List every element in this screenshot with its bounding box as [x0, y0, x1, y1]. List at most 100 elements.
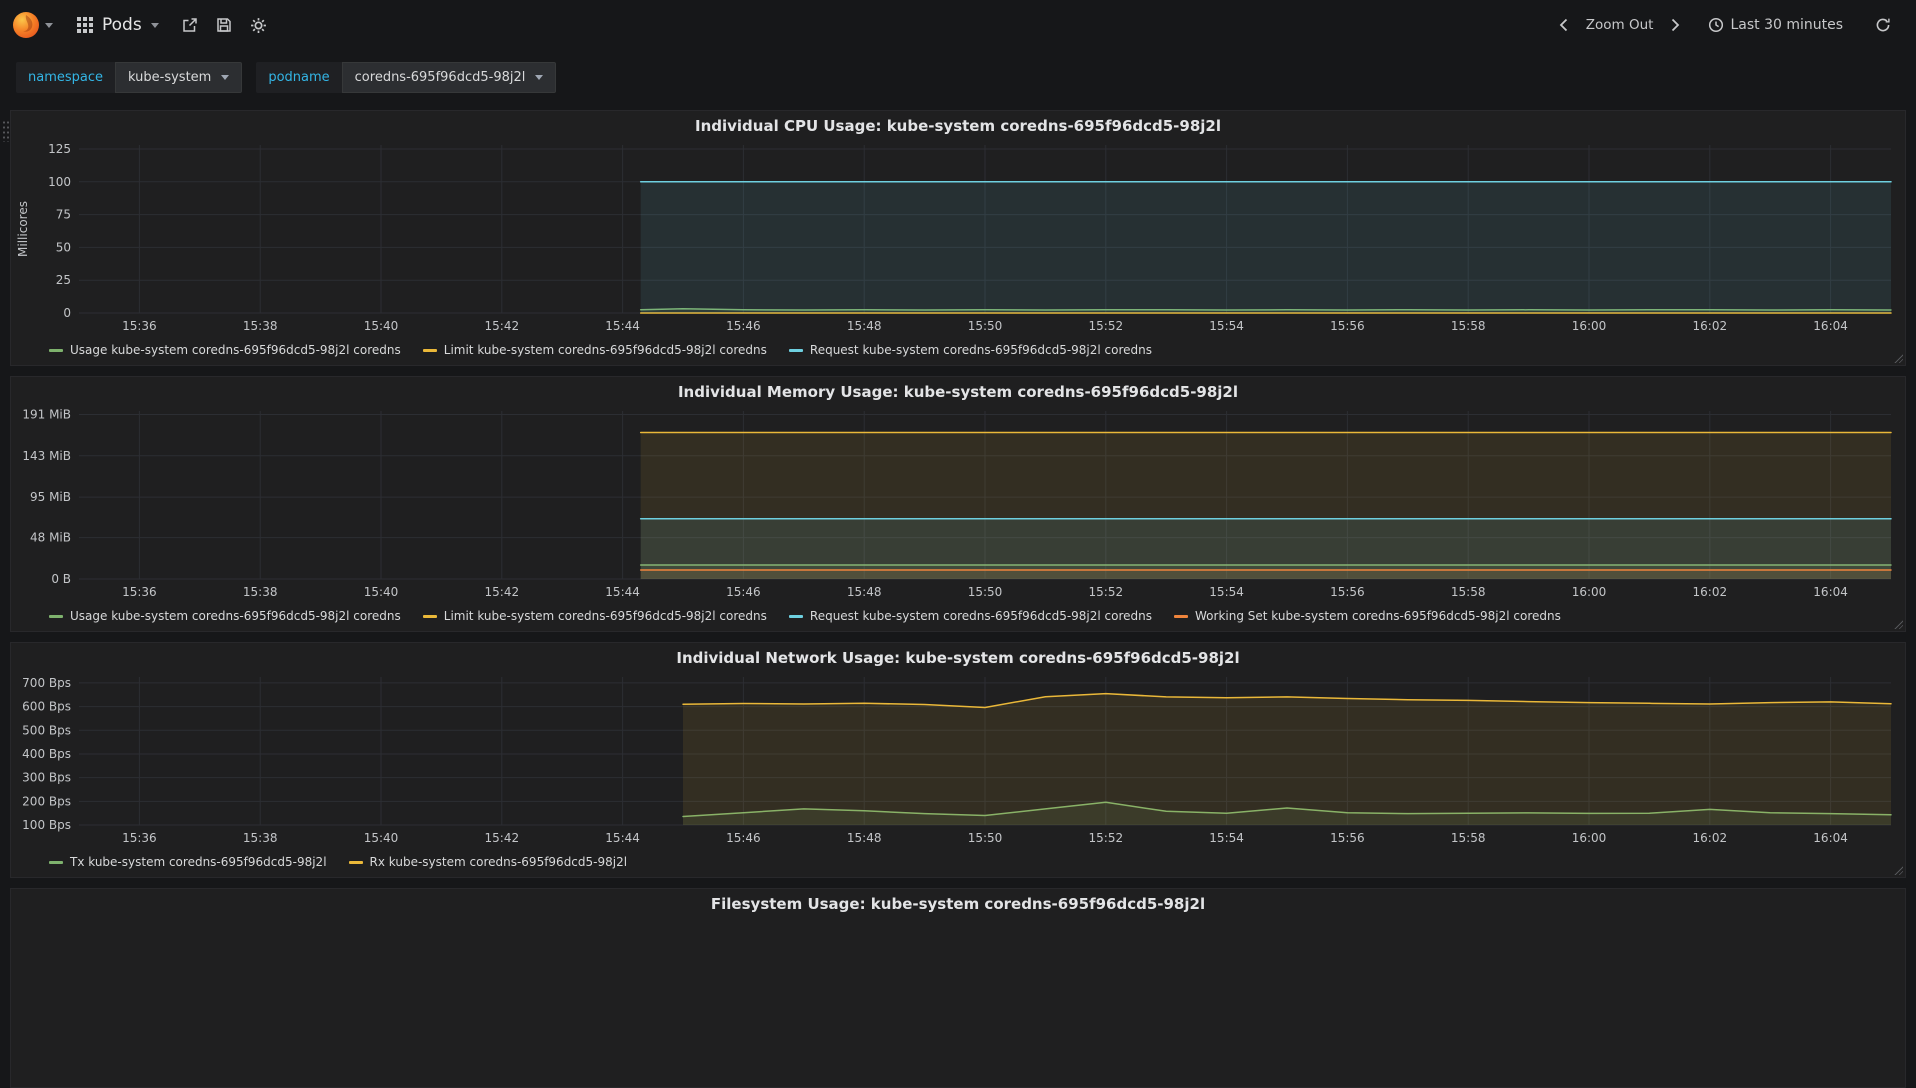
dashboard-grid-icon [77, 17, 93, 33]
svg-text:15:44: 15:44 [605, 585, 640, 599]
refresh-button[interactable] [1866, 9, 1900, 41]
svg-text:700 Bps: 700 Bps [22, 676, 71, 690]
grafana-logo[interactable] [8, 11, 63, 39]
variable-value-namespace[interactable]: kube-system [115, 61, 243, 93]
panel-title[interactable]: Filesystem Usage: kube-system coredns-69… [11, 889, 1905, 915]
svg-text:15:36: 15:36 [122, 319, 157, 333]
legend-swatch [1174, 614, 1189, 618]
svg-text:600 Bps: 600 Bps [22, 700, 71, 714]
memory-usage-chart[interactable]: 0 B 48 MiB 95 MiB 143 MiB 191 MiB 15:36 15:38 1… [11, 403, 1905, 607]
svg-text:Millicores: Millicores [16, 201, 30, 257]
svg-text:16:04: 16:04 [1813, 319, 1848, 333]
panel-title[interactable]: Individual Network Usage: kube-system co… [11, 643, 1905, 669]
legend-label: Rx kube-system coredns-695f96dcd5-98j2l [369, 855, 628, 869]
legend-item[interactable]: Limit kube-system coredns-695f96dcd5-98j… [422, 343, 767, 357]
legend-swatch [788, 614, 803, 618]
settings-button[interactable] [241, 9, 276, 42]
svg-text:16:04: 16:04 [1813, 585, 1848, 599]
panel-memory-usage: Individual Memory Usage: kube-system cor… [10, 376, 1906, 632]
panel-network-usage: Individual Network Usage: kube-system co… [10, 642, 1906, 878]
variable-namespace: namespace kube-system [16, 61, 243, 93]
legend-item[interactable]: Request kube-system coredns-695f96dcd5-9… [788, 343, 1153, 357]
cpu-usage-chart[interactable]: 0 25 50 75 100 125 15:36 15:38 15:40 15:42 15:44 15… [11, 137, 1905, 341]
time-shift-forward-button[interactable] [1662, 10, 1689, 40]
svg-text:15:54: 15:54 [1209, 319, 1244, 333]
svg-text:15:42: 15:42 [485, 831, 520, 845]
variable-value-podname[interactable]: coredns-695f96dcd5-98j2l [341, 61, 557, 93]
legend-label: Request kube-system coredns-695f96dcd5-9… [809, 609, 1153, 623]
svg-text:400 Bps: 400 Bps [22, 747, 71, 761]
svg-text:143 MiB: 143 MiB [22, 449, 71, 463]
legend-item[interactable]: Usage kube-system coredns-695f96dcd5-98j… [49, 343, 401, 357]
svg-text:15:40: 15:40 [364, 319, 399, 333]
dashboard-picker[interactable]: Pods [63, 7, 173, 43]
svg-text:15:46: 15:46 [726, 831, 761, 845]
panel-title[interactable]: Individual CPU Usage: kube-system coredn… [11, 111, 1905, 137]
legend-item[interactable]: Usage kube-system coredns-695f96dcd5-98j… [49, 609, 401, 623]
memory-usage-legend: Usage kube-system coredns-695f96dcd5-98j… [11, 607, 1905, 631]
variable-selected-podname: coredns-695f96dcd5-98j2l [354, 69, 526, 85]
svg-text:15:44: 15:44 [605, 831, 640, 845]
variable-label-namespace: namespace [16, 61, 116, 93]
network-usage-chart[interactable]: 100 Bps 200 Bps 300 Bps 400 Bps 500 Bps 600 B… [11, 669, 1905, 853]
svg-text:15:50: 15:50 [968, 319, 1003, 333]
svg-text:15:48: 15:48 [847, 831, 882, 845]
legend-label: Tx kube-system coredns-695f96dcd5-98j2l [70, 855, 327, 869]
svg-text:15:38: 15:38 [243, 831, 278, 845]
svg-text:200 Bps: 200 Bps [22, 794, 71, 808]
svg-text:16:00: 16:00 [1572, 831, 1607, 845]
row-drag-handle[interactable] [2, 120, 10, 142]
svg-text:100 Bps: 100 Bps [22, 818, 71, 832]
cpu-usage-legend: Usage kube-system coredns-695f96dcd5-98j… [11, 341, 1905, 365]
legend-item[interactable]: Working Set kube-system coredns-695f96dc… [1174, 609, 1561, 623]
legend-label: Usage kube-system coredns-695f96dcd5-98j… [70, 343, 401, 357]
svg-text:15:52: 15:52 [1089, 319, 1124, 333]
legend-item[interactable]: Tx kube-system coredns-695f96dcd5-98j2l [49, 855, 327, 869]
refresh-icon [1875, 17, 1891, 33]
time-range-picker[interactable]: Last 30 minutes [1699, 9, 1852, 41]
legend-item[interactable]: Limit kube-system coredns-695f96dcd5-98j… [422, 609, 767, 623]
panel-title[interactable]: Individual Memory Usage: kube-system cor… [11, 377, 1905, 403]
svg-text:15:48: 15:48 [847, 319, 882, 333]
svg-text:15:56: 15:56 [1330, 319, 1365, 333]
dashboard: Individual CPU Usage: kube-system coredn… [0, 104, 1916, 1088]
svg-text:15:52: 15:52 [1089, 585, 1124, 599]
svg-text:15:54: 15:54 [1209, 585, 1244, 599]
chevron-down-icon [535, 74, 544, 80]
legend-label: Limit kube-system coredns-695f96dcd5-98j… [443, 343, 767, 357]
template-variables-bar: namespace kube-system podname coredns-69… [0, 50, 1916, 104]
svg-text:16:02: 16:02 [1693, 319, 1728, 333]
save-button[interactable] [207, 9, 241, 41]
svg-text:15:46: 15:46 [726, 585, 761, 599]
svg-text:300 Bps: 300 Bps [22, 771, 71, 785]
panel-filesystem-usage: Filesystem Usage: kube-system coredns-69… [10, 888, 1906, 1088]
legend-item[interactable]: Rx kube-system coredns-695f96dcd5-98j2l [348, 855, 628, 869]
zoom-out-label: Zoom Out [1585, 17, 1654, 33]
time-shift-back-button[interactable] [1550, 10, 1577, 40]
svg-text:125: 125 [48, 142, 71, 156]
svg-text:15:52: 15:52 [1089, 831, 1124, 845]
share-button[interactable] [173, 9, 207, 41]
gear-icon [250, 17, 267, 34]
legend-swatch [49, 614, 63, 618]
legend-label: Request kube-system coredns-695f96dcd5-9… [809, 343, 1153, 357]
svg-text:15:40: 15:40 [364, 585, 399, 599]
legend-item[interactable]: Request kube-system coredns-695f96dcd5-9… [788, 609, 1153, 623]
legend-swatch [422, 348, 437, 352]
chevron-down-icon [45, 22, 53, 28]
svg-text:500 Bps: 500 Bps [22, 723, 71, 737]
svg-text:15:48: 15:48 [847, 585, 882, 599]
svg-text:0: 0 [63, 306, 71, 320]
svg-text:15:44: 15:44 [605, 319, 640, 333]
svg-text:15:40: 15:40 [364, 831, 399, 845]
chevron-down-icon [150, 22, 159, 28]
svg-text:15:58: 15:58 [1451, 585, 1486, 599]
svg-text:15:36: 15:36 [122, 585, 157, 599]
svg-text:15:56: 15:56 [1330, 831, 1365, 845]
zoom-out-button[interactable]: Zoom Out [1577, 9, 1663, 41]
network-usage-legend: Tx kube-system coredns-695f96dcd5-98j2l R… [11, 853, 1905, 877]
svg-text:16:00: 16:00 [1572, 585, 1607, 599]
clock-icon [1708, 17, 1724, 33]
svg-text:15:50: 15:50 [968, 585, 1003, 599]
svg-text:50: 50 [56, 240, 71, 254]
